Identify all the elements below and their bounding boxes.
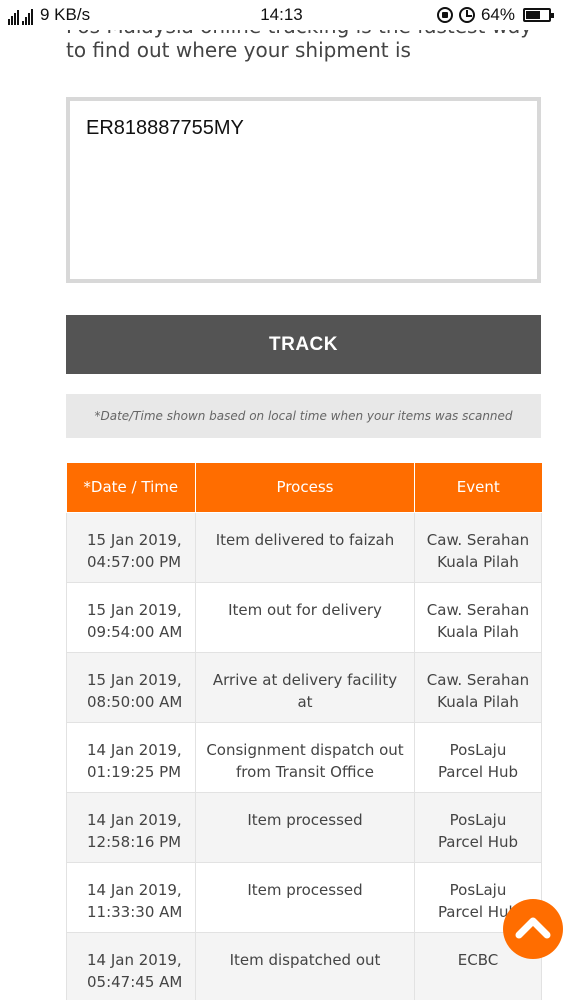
table-header-row: *Date / Time Process Event [66, 463, 542, 513]
event-line-2: Kuala Pilah [437, 692, 519, 711]
scroll-to-top-button[interactable] [503, 899, 563, 959]
table-row: 15 Jan 2019, 04:57:00 PM Item delivered t… [66, 511, 542, 583]
date-time-cell: 15 Jan 2019, 08:50:00 AM [66, 651, 196, 723]
battery-level [526, 11, 540, 19]
table-row: 15 Jan 2019, 09:54:00 AM Item out for del… [66, 581, 542, 653]
status-bar-right: 64% [436, 5, 554, 25]
timezone-note: *Date/Time shown based on local time whe… [66, 394, 541, 438]
date: 14 Jan 2019, [87, 740, 182, 759]
process-cell: Consignment dispatch out from Transit Of… [195, 721, 415, 793]
time: 12:58:16 PM [87, 832, 182, 851]
track-button[interactable]: TRACK [66, 315, 541, 374]
event-cell: Caw. Serahan Kuala Pilah [414, 651, 542, 723]
time: 08:50:00 AM [87, 692, 183, 711]
process-cell: Arrive at delivery facility at [195, 651, 415, 723]
time: 11:33:30 AM [87, 902, 183, 921]
alarm-icon [458, 7, 475, 23]
table-row: 14 Jan 2019, 05:47:45 AM Item dispatched … [66, 931, 542, 1000]
date-time-cell: 14 Jan 2019, 05:47:45 AM [66, 931, 196, 1000]
event-line-1: PosLaju [449, 740, 507, 759]
date-time-cell: 15 Jan 2019, 09:54:00 AM [66, 581, 196, 653]
event-line-1: Caw. Serahan [426, 670, 530, 689]
process-cell: Item processed [195, 791, 415, 863]
event-line-1: Caw. Serahan [426, 600, 530, 619]
event-line-1: PosLaju [449, 810, 507, 829]
event-line-2: Kuala Pilah [437, 552, 519, 571]
date-time-cell: 15 Jan 2019, 04:57:00 PM [66, 511, 196, 583]
tracking-table: *Date / Time Process Event 15 Jan 2019, 0… [66, 463, 542, 1000]
event-cell: Caw. Serahan Kuala Pilah [414, 511, 542, 583]
event-line-2: Parcel Hub [437, 832, 519, 851]
event-line-2: Parcel Hub [437, 762, 519, 781]
event-cell: PosLaju Parcel Hub [414, 791, 542, 863]
process-cell: Item out for delivery [195, 581, 415, 653]
event-line-1: Caw. Serahan [426, 530, 530, 549]
time: 04:57:00 PM [87, 552, 182, 571]
date-time-cell: 14 Jan 2019, 12:58:16 PM [66, 791, 196, 863]
date: 15 Jan 2019, [87, 670, 182, 689]
table-row: 14 Jan 2019, 01:19:25 PM Consignment disp… [66, 721, 542, 793]
time: 01:19:25 PM [87, 762, 182, 781]
date: 14 Jan 2019, [87, 950, 182, 969]
process-cell: Item dispatched out [195, 931, 415, 1000]
time: 05:47:45 AM [87, 972, 183, 991]
date: 15 Jan 2019, [87, 530, 182, 549]
time: 09:54:00 AM [87, 622, 183, 641]
table-row: 15 Jan 2019, 08:50:00 AM Arrive at delive… [66, 651, 542, 723]
status-bar: 9 KB/s 14:13 64% [0, 0, 563, 30]
date: 14 Jan 2019, [87, 810, 182, 829]
battery-percent: 64% [480, 5, 515, 24]
event-cell: PosLaju Parcel Hub [414, 721, 542, 793]
process-cell: Item processed [195, 861, 415, 933]
intro-line-2: to find out where your shipment is [66, 38, 411, 62]
date-time-cell: 14 Jan 2019, 01:19:25 PM [66, 721, 196, 793]
date: 15 Jan 2019, [87, 600, 182, 619]
chevron-up-icon [515, 917, 551, 939]
header-date-time: *Date / Time [66, 463, 196, 513]
header-event: Event [414, 463, 542, 513]
rotation-lock-icon [436, 7, 453, 23]
date: 14 Jan 2019, [87, 880, 182, 899]
tracking-number-input[interactable] [86, 117, 516, 140]
battery-icon [523, 8, 554, 22]
event-line-1: PosLaju [449, 880, 507, 899]
process-cell: Item delivered to faizah [195, 511, 415, 583]
table-row: 14 Jan 2019, 12:58:16 PM Item processed P… [66, 791, 542, 863]
header-process: Process [195, 463, 415, 513]
tracking-number-box[interactable] [66, 97, 541, 283]
date-time-cell: 14 Jan 2019, 11:33:30 AM [66, 861, 196, 933]
event-line-2: Kuala Pilah [437, 622, 519, 641]
event-cell: Caw. Serahan Kuala Pilah [414, 581, 542, 653]
table-row: 14 Jan 2019, 11:33:30 AM Item processed P… [66, 861, 542, 933]
